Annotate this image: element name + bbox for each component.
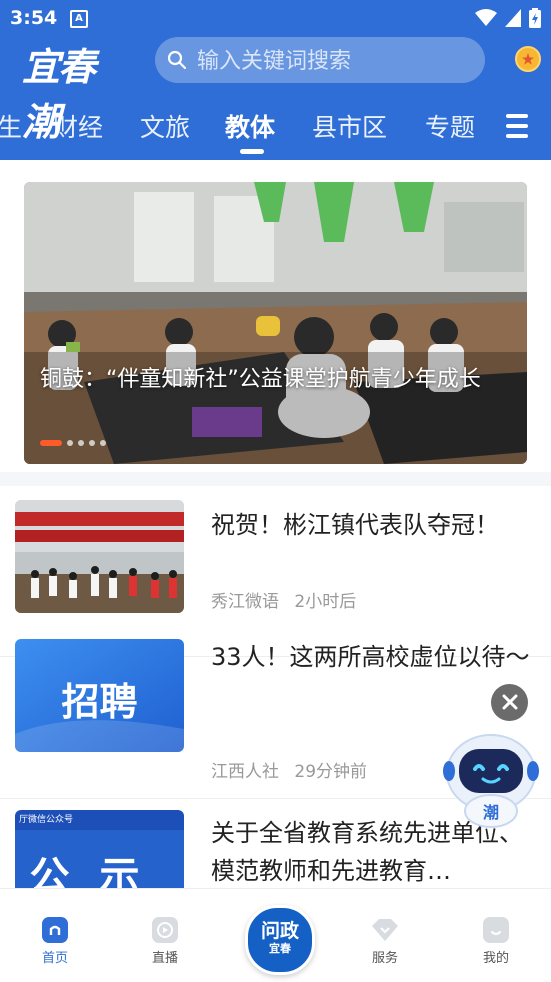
close-float-button[interactable] [491,684,528,721]
nav-profile[interactable]: 我的 [466,917,526,966]
thumbnail-caption: 厅微信公众号 [19,815,74,825]
thumbnail-text: 招聘 [61,679,138,724]
carousel-indicator [40,440,106,446]
news-meta: 江西人社 29分钟前 [211,757,367,782]
assistant-robot[interactable]: 潮 [443,733,539,829]
section-divider [0,472,551,486]
news-time: 2小时后 [294,592,357,612]
nav-label: 我的 [482,951,509,966]
tab-life[interactable]: 生 [0,108,22,144]
banner-carousel[interactable]: 铜鼓：“伴童知新社”公益课堂护航青少年成长 [24,182,527,464]
tab-finance[interactable]: 财经 [53,108,103,144]
system-icons [475,8,541,28]
signal-icon [505,9,521,27]
status-bar: 3:54 A [0,0,551,36]
news-title: 33人！这两所高校虚位以待～ [211,643,530,671]
center-wenzheng-button[interactable]: 问政 宜春 [245,905,315,975]
carousel-dot [67,440,73,446]
medal-icon[interactable] [515,46,541,72]
news-thumbnail: 招聘 [15,639,184,752]
battery-icon [529,8,541,28]
tab-education-sports[interactable]: 教体 [225,108,275,144]
category-tabs: 生 财经 文旅 教体 县市区 专题 [0,108,551,152]
news-meta: 秀江微语 2小时后 [211,587,356,612]
carousel-dot [100,440,106,446]
nav-live[interactable]: 直播 [135,917,195,966]
news-title: 祝贺！彬江镇代表队夺冠！ [211,511,499,539]
app-header: 3:54 A 宜春潮 生 财经 文旅 教体 县市区 专题 [0,0,551,160]
nav-services[interactable]: 服务 [355,917,415,966]
active-tab-indicator [240,149,264,154]
status-time: 3:54 [10,7,58,29]
play-icon [152,917,178,943]
carousel-dot [40,440,62,446]
tab-topics[interactable]: 专题 [425,108,475,144]
news-time: 29分钟前 [294,762,368,782]
notification-icon: A [70,10,88,28]
news-source: 江西人社 [211,762,279,782]
nav-label: 服务 [371,951,398,966]
app-logo: 宜春潮 [22,36,126,144]
menu-icon[interactable] [506,114,528,144]
carousel-dot [78,440,84,446]
banner-caption: 铜鼓：“伴童知新社”公益课堂护航青少年成长 [40,367,481,392]
news-source: 秀江微语 [211,592,279,612]
banner-image [24,182,527,464]
carousel-dot [89,440,95,446]
thumbnail-text: 公示 [29,853,170,888]
center-button-line2: 宜春 [269,942,291,955]
close-icon [502,694,517,710]
nav-label: 直播 [151,951,178,966]
robot-label: 潮 [482,803,499,822]
center-button-line1: 问政 [260,920,299,942]
home-icon [42,917,68,943]
profile-icon [483,917,509,943]
search-icon [167,50,187,70]
news-thumbnail: 厅微信公众号 公示 [15,810,184,888]
nav-home[interactable]: 首页 [25,917,85,966]
nav-label: 首页 [41,951,68,966]
wifi-icon [475,9,497,26]
search-bar[interactable] [155,37,485,83]
tab-counties[interactable]: 县市区 [312,108,387,144]
tab-culture-travel[interactable]: 文旅 [140,108,190,144]
services-icon [372,917,398,943]
news-thumbnail [15,500,184,613]
search-input[interactable] [195,43,479,79]
